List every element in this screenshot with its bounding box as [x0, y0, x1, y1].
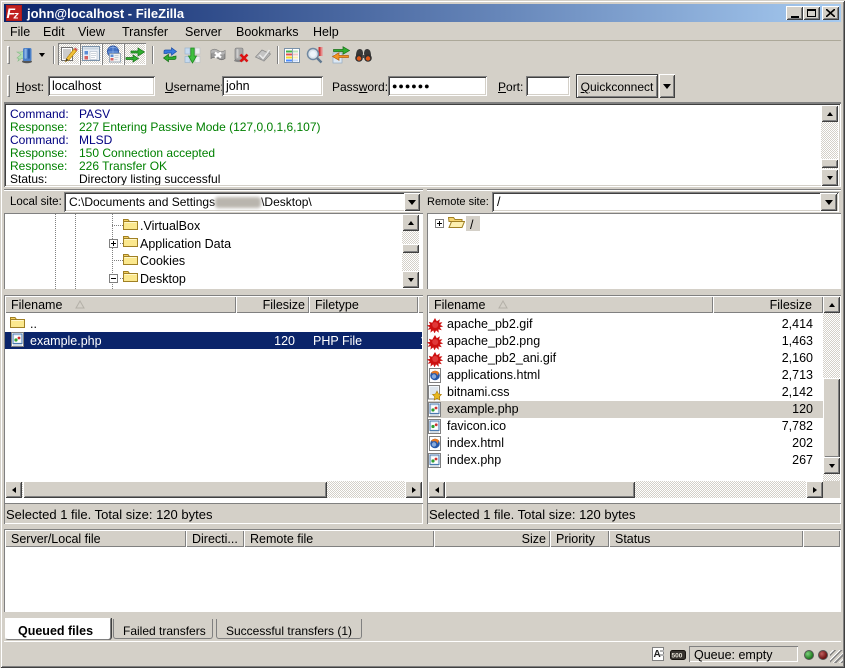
svg-text:A: A	[654, 649, 661, 660]
svg-text:z: z	[13, 10, 20, 22]
svg-text:500: 500	[672, 653, 683, 660]
